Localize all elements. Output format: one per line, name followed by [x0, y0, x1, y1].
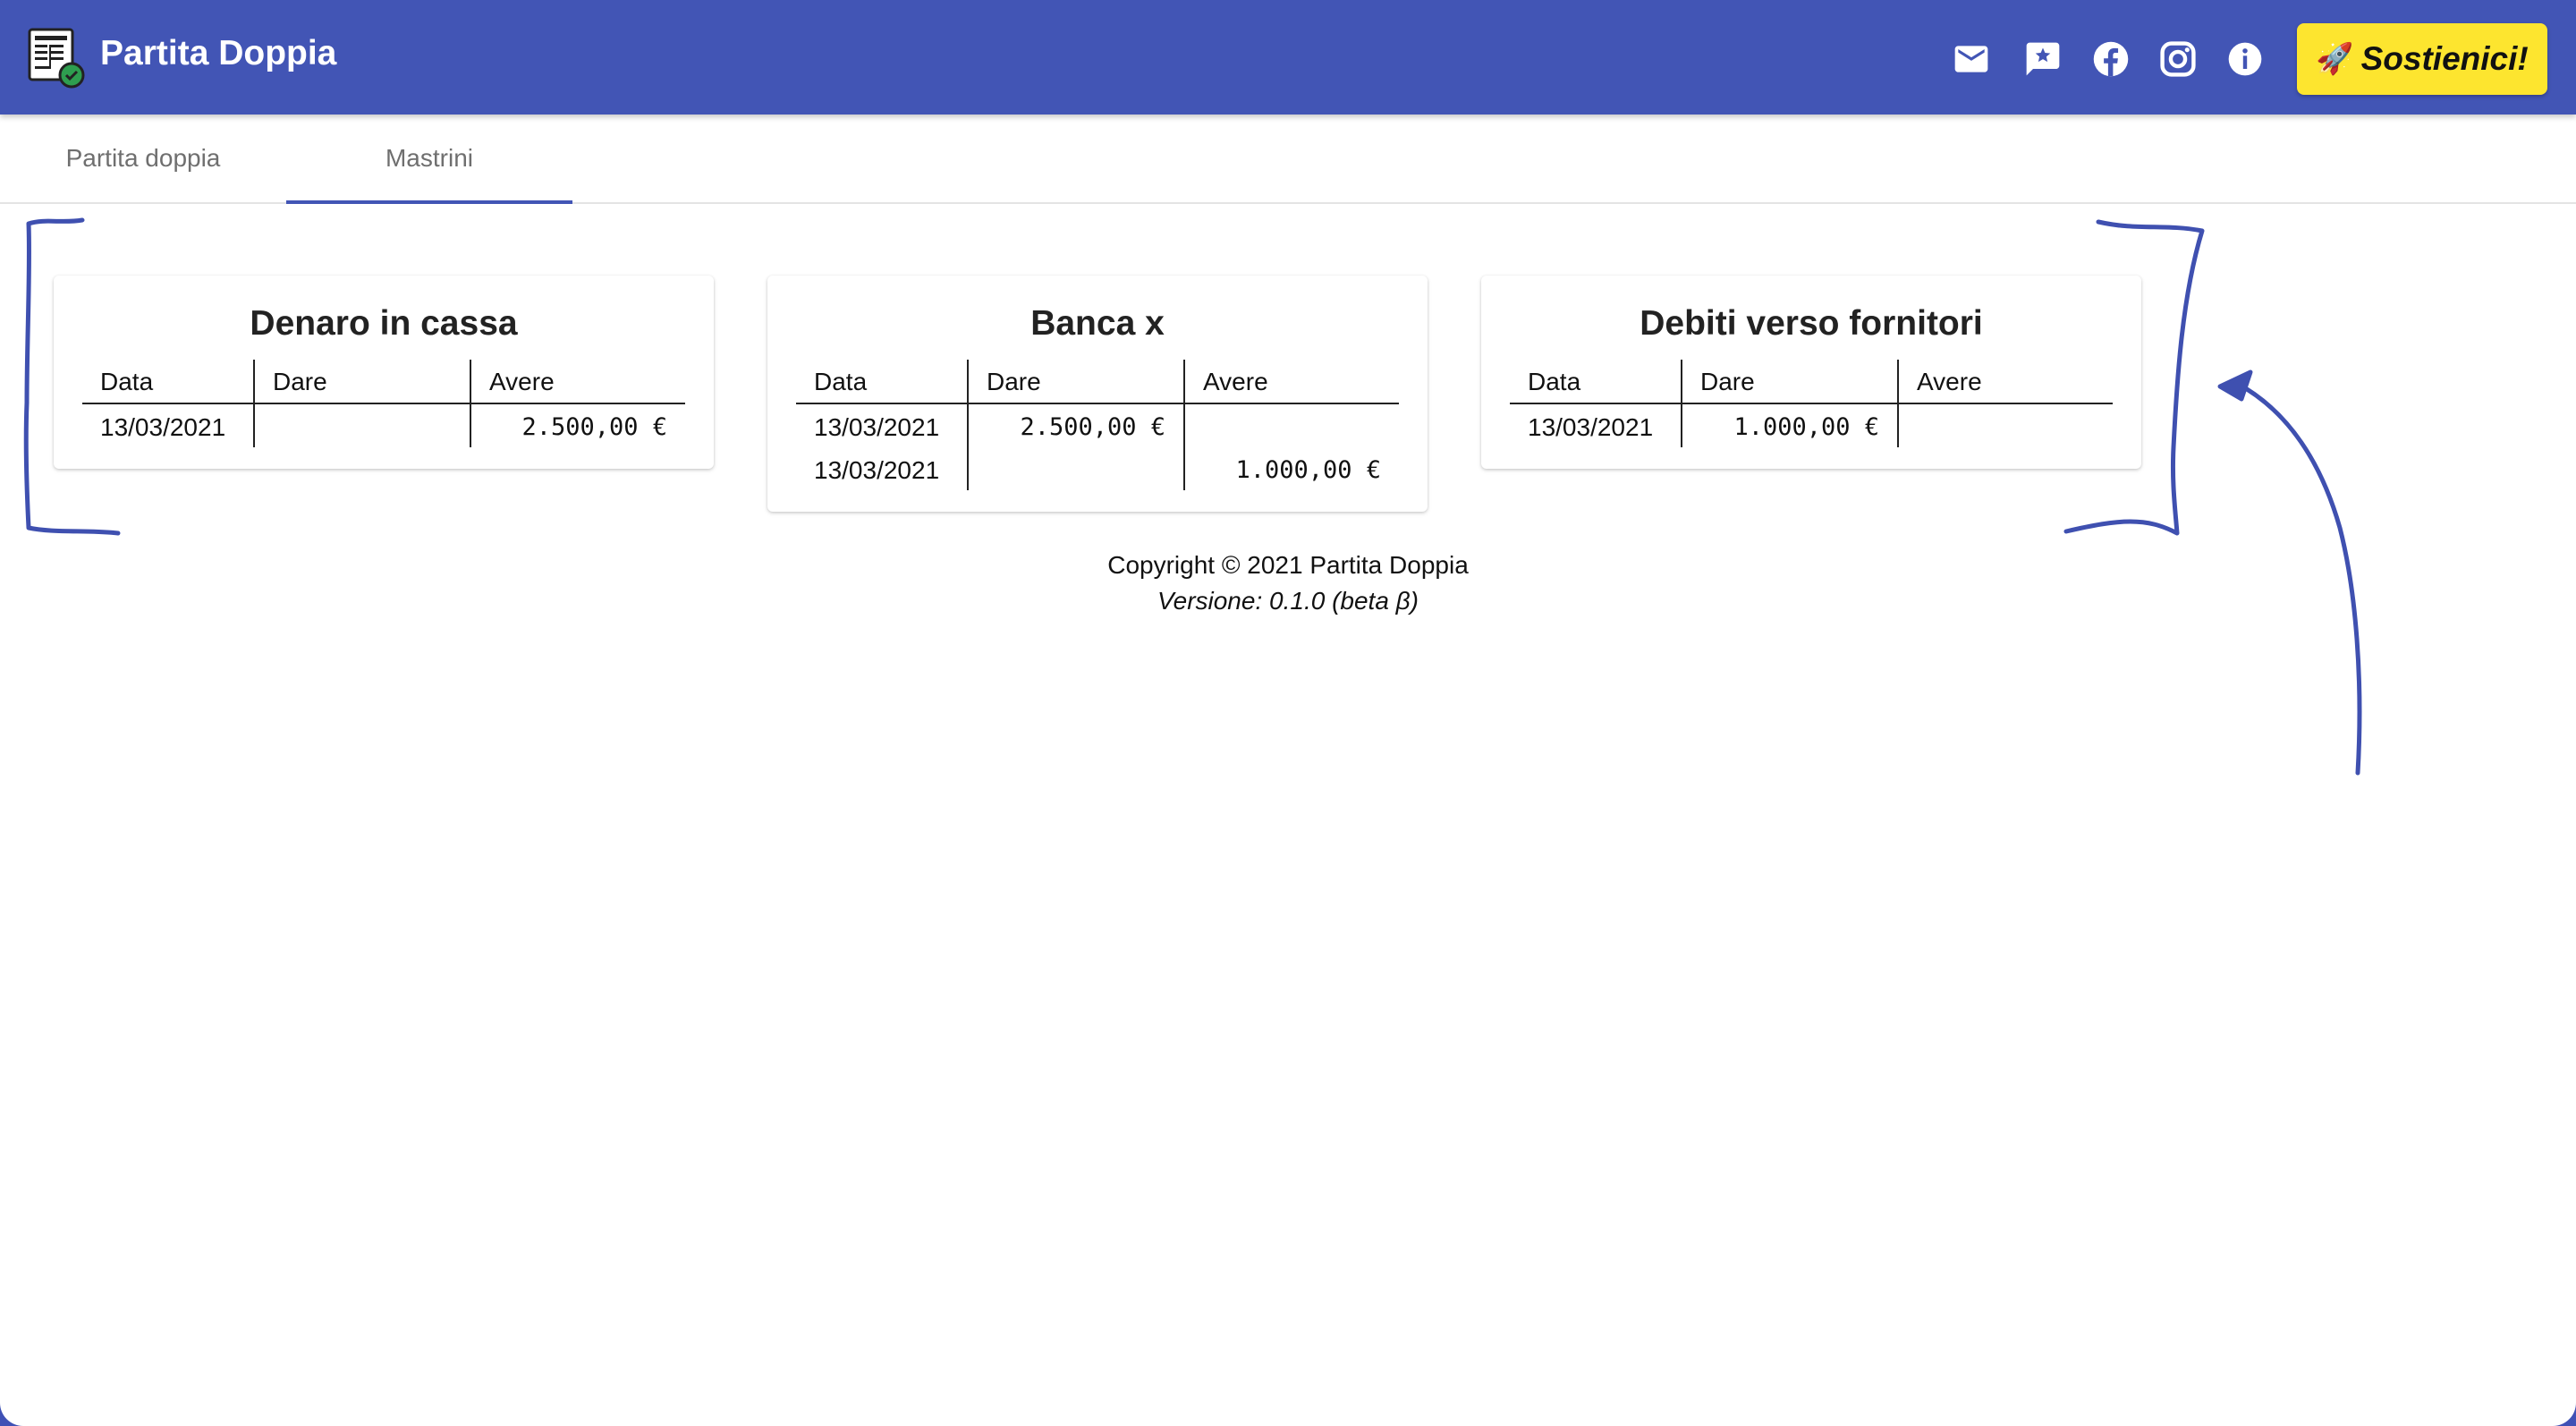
annotation-overlay [23, 217, 2362, 776]
version-text: Versione: 0.1.0 (beta β) [1157, 587, 1419, 615]
account-title: Debiti verso fornitori [1640, 304, 1983, 343]
row-avere [1897, 404, 2113, 447]
table-header: Data Dare Avere [1510, 360, 2113, 404]
support-button[interactable]: 🚀 Sostienici! [2297, 23, 2547, 95]
app-title: Partita Doppia [100, 34, 337, 72]
ledger-logo-icon [27, 27, 86, 89]
mail-icon[interactable] [1952, 39, 1991, 79]
account-card-denaro-in-cassa: Denaro in cassa Data Dare Avere 13/03/20… [54, 276, 714, 469]
column-header-avere: Avere [1183, 360, 1399, 403]
footer: Copyright © 2021 Partita Doppia Versione… [0, 547, 2576, 619]
column-header-dare: Dare [967, 360, 1183, 403]
account-title: Banca x [1030, 304, 1165, 343]
account-title: Denaro in cassa [250, 304, 518, 343]
column-header-data: Data [814, 368, 868, 395]
column-header-dare: Dare [253, 360, 470, 403]
row-dare [967, 447, 1183, 490]
column-header-dare: Dare [1681, 360, 1897, 403]
row-avere: 2.500,00 € [470, 404, 685, 447]
table-row: 13/03/2021 2.500,00 € [82, 404, 685, 447]
table-header: Data Dare Avere [796, 360, 1399, 404]
row-date: 13/03/2021 [814, 413, 940, 441]
row-avere [1183, 404, 1399, 447]
tab-label: Partita doppia [65, 144, 221, 172]
column-header-data: Data [100, 368, 154, 395]
row-dare: 2.500,00 € [967, 404, 1183, 447]
app-window: Partita Doppia 🚀 Sostienici! Partita dop… [0, 0, 2576, 1426]
account-card-banca-x: Banca x Data Dare Avere 13/03/2021 2.500… [767, 276, 1428, 512]
tab-bar: Partita doppia Mastrini [0, 115, 2576, 204]
app-bar: Partita Doppia 🚀 Sostienici! [0, 0, 2576, 115]
account-card-debiti-verso-fornitori: Debiti verso fornitori Data Dare Avere 1… [1481, 276, 2141, 469]
feedback-icon[interactable] [2023, 39, 2063, 79]
t-account-table: Data Dare Avere 13/03/2021 2.500,00 € [82, 360, 685, 447]
table-row: 13/03/2021 1.000,00 € [1510, 404, 2113, 447]
table-row: 13/03/2021 2.500,00 € [796, 404, 1399, 447]
column-header-avere: Avere [470, 360, 685, 403]
arrowhead-annotation [2217, 369, 2253, 402]
copyright-text: Copyright © 2021 Partita Doppia [1107, 551, 1469, 579]
row-date: 13/03/2021 [1528, 413, 1654, 441]
row-date: 13/03/2021 [814, 456, 940, 484]
tab-partita-doppia[interactable]: Partita doppia [0, 115, 286, 202]
row-dare: 1.000,00 € [1681, 404, 1897, 447]
table-row: 13/03/2021 1.000,00 € [796, 447, 1399, 490]
t-account-table: Data Dare Avere 13/03/2021 2.500,00 € 13… [796, 360, 1399, 490]
instagram-icon[interactable] [2158, 39, 2198, 79]
tab-mastrini[interactable]: Mastrini [286, 115, 572, 204]
active-tab-indicator [286, 200, 572, 204]
t-account-table: Data Dare Avere 13/03/2021 1.000,00 € [1510, 360, 2113, 447]
info-icon[interactable] [2225, 39, 2265, 79]
table-header: Data Dare Avere [82, 360, 685, 404]
column-header-avere: Avere [1897, 360, 2113, 403]
row-dare [253, 404, 470, 447]
tab-label: Mastrini [385, 144, 473, 172]
column-header-data: Data [1528, 368, 1581, 395]
rocket-icon: 🚀 [2316, 42, 2354, 76]
row-date: 13/03/2021 [100, 413, 226, 441]
facebook-icon[interactable] [2091, 39, 2131, 79]
support-button-label: Sostienici! [2360, 40, 2529, 77]
row-avere: 1.000,00 € [1183, 447, 1399, 490]
